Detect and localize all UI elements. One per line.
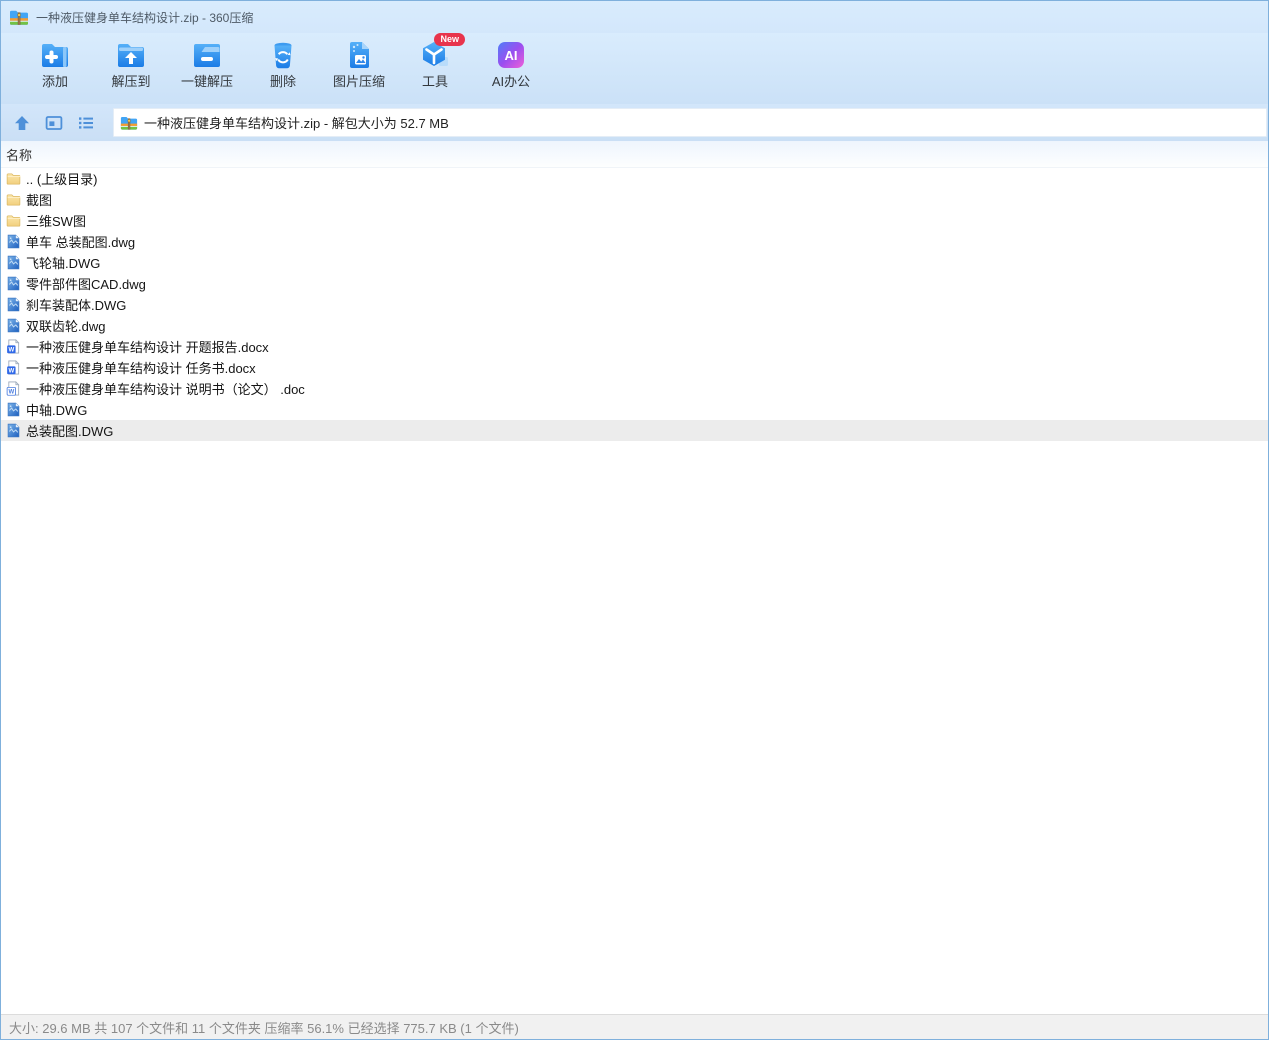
tools-button[interactable]: New 工具 bbox=[397, 33, 473, 101]
file-name: 刹车装配体.DWG bbox=[26, 298, 127, 313]
docx-file-icon bbox=[6, 339, 21, 354]
file-row[interactable]: 刹车装配体.DWG bbox=[1, 294, 1268, 315]
dwg-file-icon bbox=[6, 297, 21, 312]
docx-file-icon bbox=[6, 360, 21, 375]
image-compress-button[interactable]: 图片压缩 bbox=[321, 35, 397, 101]
dwg-file-icon bbox=[6, 276, 21, 291]
list-header: 名称 bbox=[1, 141, 1268, 168]
list-view-button[interactable] bbox=[73, 110, 99, 136]
status-bar: 大小: 29.6 MB 共 107 个文件和 11 个文件夹 压缩率 56.1%… bbox=[1, 1014, 1268, 1039]
address-bar[interactable]: 一种液压健身单车结构设计.zip - 解包大小为 52.7 MB bbox=[113, 108, 1267, 137]
file-name: 截图 bbox=[26, 193, 53, 208]
file-name: 单车 总装配图.dwg bbox=[26, 235, 136, 250]
file-row[interactable]: 一种液压健身单车结构设计 任务书.docx bbox=[1, 357, 1268, 378]
one-click-extract-button-label: 一键解压 bbox=[180, 74, 233, 89]
image-compress-button-label: 图片压缩 bbox=[332, 74, 385, 89]
window-title: 一种液压健身单车结构设计.zip - 360压缩 bbox=[36, 10, 254, 25]
extract-to-button[interactable]: 解压到 bbox=[93, 35, 169, 101]
dwg-file-icon bbox=[6, 234, 21, 249]
up-arrow-icon bbox=[13, 114, 31, 132]
app-zip-icon bbox=[9, 9, 29, 26]
file-name: .. (上级目录) bbox=[26, 172, 98, 187]
file-name: 一种液压健身单车结构设计 开题报告.docx bbox=[26, 340, 269, 355]
preview-pane-icon bbox=[45, 114, 63, 132]
doc-file-icon bbox=[6, 381, 21, 396]
file-row[interactable]: 总装配图.DWG bbox=[1, 420, 1268, 441]
add-button[interactable]: 添加 bbox=[17, 35, 93, 101]
app-window: 一种液压健身单车结构设计.zip - 360压缩 添加 解压到 一键解压 删除 … bbox=[0, 0, 1269, 1040]
dwg-file-icon bbox=[6, 423, 21, 438]
file-row[interactable]: 单车 总装配图.dwg bbox=[1, 231, 1268, 252]
tools-button-label: 工具 bbox=[421, 74, 448, 89]
add-button-label: 添加 bbox=[41, 74, 68, 89]
file-name: 一种液压健身单车结构设计 说明书（论文） .doc bbox=[26, 382, 305, 397]
file-name: 三维SW图 bbox=[26, 214, 86, 229]
list-view-icon bbox=[77, 114, 95, 132]
name-column-header[interactable]: 名称 bbox=[6, 145, 32, 164]
title-bar: 一种液压健身单车结构设计.zip - 360压缩 bbox=[1, 1, 1268, 33]
file-name: 零件部件图CAD.dwg bbox=[26, 277, 146, 292]
folder-icon bbox=[6, 213, 21, 228]
file-row[interactable]: 截图 bbox=[1, 189, 1268, 210]
file-name: 一种液压健身单车结构设计 任务书.docx bbox=[26, 361, 256, 376]
dwg-file-icon bbox=[6, 318, 21, 333]
delete-icon bbox=[266, 38, 300, 72]
toolbar: 添加 解压到 一键解压 删除 图片压缩 New 工具 AI办公 bbox=[1, 33, 1268, 104]
zip-file-icon bbox=[120, 115, 138, 131]
file-list: .. (上级目录) 截图 三维SW图 单车 总装配图.dwg 飞轮轴.DWG 零… bbox=[1, 168, 1268, 1014]
file-name: 双联齿轮.dwg bbox=[26, 319, 106, 334]
folder-icon bbox=[6, 171, 21, 186]
one-click-extract-icon bbox=[190, 38, 224, 72]
status-text: 大小: 29.6 MB 共 107 个文件和 11 个文件夹 压缩率 56.1%… bbox=[9, 1020, 519, 1036]
delete-button[interactable]: 删除 bbox=[245, 35, 321, 101]
file-row[interactable]: 飞轮轴.DWG bbox=[1, 252, 1268, 273]
file-row[interactable]: .. (上级目录) bbox=[1, 168, 1268, 189]
ai-office-button[interactable]: AI办公 bbox=[473, 35, 549, 101]
new-badge: New bbox=[434, 33, 465, 46]
file-row[interactable]: 双联齿轮.dwg bbox=[1, 315, 1268, 336]
extract-to-button-label: 解压到 bbox=[111, 74, 151, 89]
one-click-extract-button[interactable]: 一键解压 bbox=[169, 35, 245, 101]
up-directory-button[interactable] bbox=[9, 110, 35, 136]
address-bar-text: 一种液压健身单车结构设计.zip - 解包大小为 52.7 MB bbox=[144, 116, 449, 131]
file-row[interactable]: 三维SW图 bbox=[1, 210, 1268, 231]
file-row[interactable]: 一种液压健身单车结构设计 开题报告.docx bbox=[1, 336, 1268, 357]
dwg-file-icon bbox=[6, 255, 21, 270]
ai-office-button-label: AI办公 bbox=[491, 74, 531, 89]
image-compress-icon bbox=[342, 38, 376, 72]
file-row[interactable]: 中轴.DWG bbox=[1, 399, 1268, 420]
file-name: 中轴.DWG bbox=[26, 403, 88, 418]
ai-office-icon bbox=[494, 38, 528, 72]
folder-icon bbox=[6, 192, 21, 207]
extract-to-icon bbox=[114, 38, 148, 72]
navigation-bar: 一种液压健身单车结构设计.zip - 解包大小为 52.7 MB bbox=[1, 104, 1268, 141]
preview-pane-button[interactable] bbox=[41, 110, 67, 136]
file-row[interactable]: 零件部件图CAD.dwg bbox=[1, 273, 1268, 294]
file-name: 总装配图.DWG bbox=[26, 424, 114, 439]
add-archive-icon bbox=[38, 38, 72, 72]
delete-button-label: 删除 bbox=[269, 74, 296, 89]
dwg-file-icon bbox=[6, 402, 21, 417]
file-name: 飞轮轴.DWG bbox=[26, 256, 101, 271]
file-row[interactable]: 一种液压健身单车结构设计 说明书（论文） .doc bbox=[1, 378, 1268, 399]
